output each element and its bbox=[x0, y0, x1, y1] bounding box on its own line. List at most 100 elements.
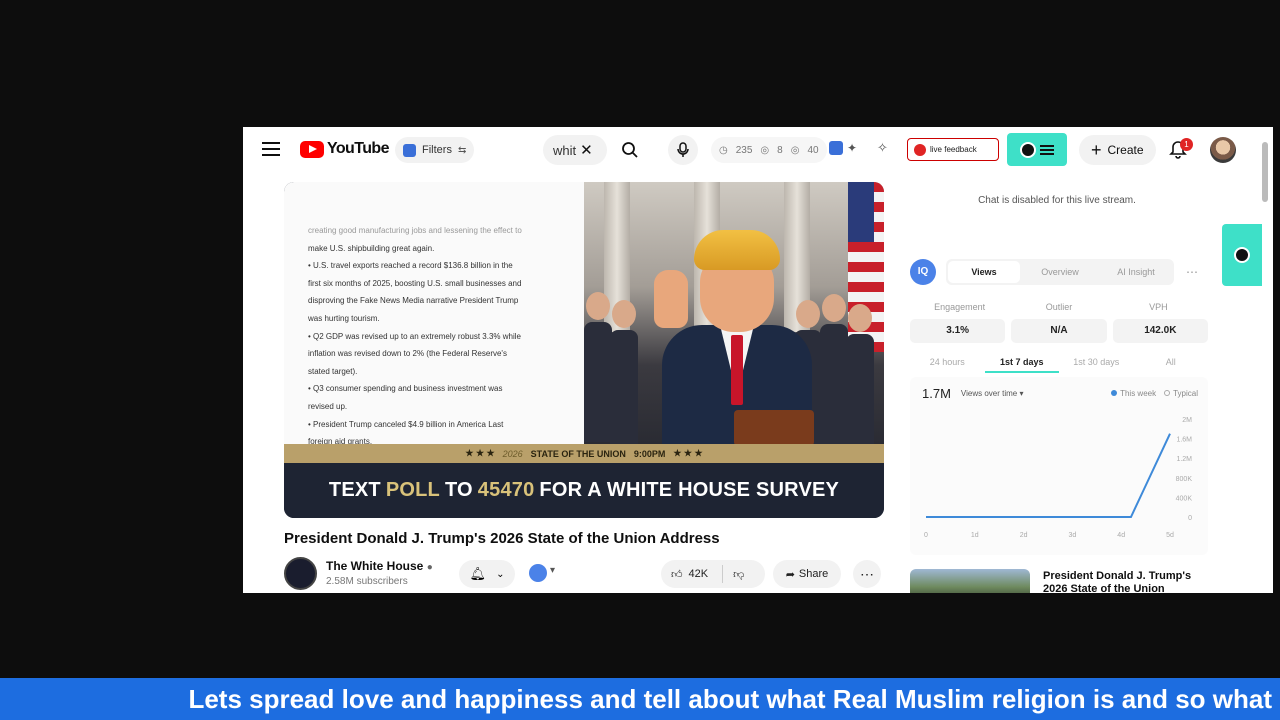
range-tab[interactable]: All bbox=[1134, 357, 1209, 373]
search-icon bbox=[622, 142, 638, 158]
bell-icon: 🔔︎ bbox=[469, 566, 487, 581]
stars-right: ★ ★ ★ bbox=[673, 448, 703, 458]
filter-extension-icon bbox=[403, 143, 416, 157]
metric-value: N/A bbox=[1011, 319, 1107, 343]
like-icon[interactable]: 👍︎ bbox=[671, 568, 683, 581]
live-feedback-button[interactable]: live feedback bbox=[907, 138, 999, 161]
channel-name[interactable]: The White House ● bbox=[326, 559, 433, 573]
crowd-figure bbox=[584, 292, 612, 442]
doc-line: stated target). bbox=[308, 366, 358, 376]
metric-values: 3.1% N/A 142.0K bbox=[910, 319, 1208, 343]
extension-side-tab[interactable] bbox=[1222, 224, 1262, 286]
stat-value: 8 bbox=[777, 144, 783, 156]
video-document-overlay: creating good manufacturing jobs and les… bbox=[284, 182, 584, 446]
next-video-thumbnail[interactable] bbox=[910, 569, 1030, 593]
range-tab[interactable]: 1st 30 days bbox=[1059, 357, 1134, 373]
banner-text: TO bbox=[444, 479, 473, 501]
share-label: Share bbox=[798, 568, 829, 580]
x-tick-label: 4d bbox=[1117, 532, 1125, 539]
x-tick-label: 5d bbox=[1166, 532, 1174, 539]
doc-line: was hurting tourism. bbox=[308, 313, 380, 323]
stat-value: 40 bbox=[807, 144, 819, 156]
subscription-notification-button[interactable]: 🔔︎ ⌄ bbox=[459, 560, 515, 588]
next-video-title[interactable]: President Donald J. Trump's 2026 State o… bbox=[1043, 570, 1203, 593]
youtube-play-icon bbox=[300, 140, 324, 158]
stage: YouTube Filters ⇆ whit ✕ ◷ 235 ◎ 8 ◎ 40 … bbox=[0, 0, 1280, 720]
search-input[interactable]: whit ✕ bbox=[543, 135, 607, 165]
banner-highlight: POLL bbox=[385, 479, 440, 501]
divider bbox=[722, 565, 724, 583]
metric-labels: Engagement Outlier VPH bbox=[910, 302, 1208, 312]
list-icon bbox=[1040, 143, 1054, 157]
more-icon[interactable]: ⋯ bbox=[1186, 265, 1198, 279]
doc-line: revised up. bbox=[308, 401, 348, 411]
x-tick-label: 1d bbox=[971, 532, 979, 539]
y-tick-label: 0 bbox=[1188, 515, 1192, 522]
search-button[interactable] bbox=[613, 135, 647, 165]
clear-search-icon[interactable]: ✕ bbox=[580, 141, 593, 159]
extension-button[interactable] bbox=[529, 564, 547, 582]
range-tab[interactable]: 24 hours bbox=[910, 357, 985, 373]
doc-line: creating good manufacturing jobs and les… bbox=[308, 226, 522, 235]
record-icon bbox=[914, 143, 926, 156]
microphone-icon bbox=[677, 142, 689, 157]
tab-ai-insight[interactable]: AI Insight bbox=[1100, 261, 1172, 283]
video-frame-image bbox=[584, 182, 884, 444]
banner-text: TEXT bbox=[328, 479, 381, 501]
youtube-logo[interactable]: YouTube bbox=[300, 140, 389, 158]
search-value: whit bbox=[553, 142, 577, 158]
book bbox=[734, 410, 814, 444]
video-player[interactable]: creating good manufacturing jobs and les… bbox=[284, 182, 884, 518]
x-tick-label: 3d bbox=[1069, 532, 1077, 539]
y-tick-label: 2M bbox=[1182, 417, 1192, 424]
voice-search-button[interactable] bbox=[668, 135, 698, 165]
sparkle-icon[interactable]: ✦ bbox=[847, 141, 861, 155]
account-avatar[interactable] bbox=[1210, 137, 1236, 163]
notification-badge: 1 bbox=[1180, 138, 1193, 151]
range-tab[interactable]: 1st 7 days bbox=[984, 357, 1059, 373]
swap-icon: ⇆ bbox=[457, 144, 467, 156]
stat-icon: ◎ bbox=[760, 144, 770, 156]
survey-banner: TEXT POLL TO 45470 FOR A WHITE HOUSE SUR… bbox=[284, 463, 884, 518]
chat-disabled-message: Chat is disabled for this live stream. bbox=[978, 195, 1136, 206]
y-tick-label: 400K bbox=[1176, 495, 1193, 502]
extension-stats[interactable]: ◷ 235 ◎ 8 ◎ 40 bbox=[711, 137, 827, 163]
more-actions-button[interactable]: ⋯ bbox=[853, 560, 881, 588]
ticker-text: Lets spread love and happiness and tell … bbox=[188, 684, 1272, 714]
tab-views[interactable]: Views bbox=[948, 261, 1020, 283]
scrollbar[interactable] bbox=[1262, 142, 1268, 202]
extension-logo-icon: IQ bbox=[910, 259, 936, 285]
metric-label: Engagement bbox=[934, 302, 986, 312]
plus-icon: + bbox=[1091, 139, 1102, 160]
filters-button[interactable]: Filters ⇆ bbox=[395, 137, 475, 163]
x-tick-label: 0 bbox=[924, 532, 928, 539]
analytics-tabs: IQ Views Overview AI Insight ⋯ bbox=[910, 258, 1210, 286]
pin-icon[interactable]: ✧ bbox=[877, 141, 891, 155]
views-chart: 1.7M Views over time ▾ This week Typical… bbox=[910, 377, 1208, 555]
extension-panel-toggle[interactable] bbox=[1007, 133, 1067, 166]
doc-line: • Q2 GDP was revised up to an extremely … bbox=[308, 331, 521, 341]
share-button[interactable]: ➦ Share bbox=[773, 560, 841, 588]
doc-line: • Q3 consumer spending and business inve… bbox=[308, 384, 503, 394]
feedback-label: live feedback bbox=[930, 145, 977, 154]
chevron-down-icon[interactable]: ▾ bbox=[550, 565, 555, 576]
metric-label: Outlier bbox=[1045, 302, 1073, 312]
y-tick-label: 1.2M bbox=[1176, 456, 1192, 463]
channel-avatar[interactable] bbox=[284, 557, 317, 590]
circle-logo-icon bbox=[1020, 141, 1036, 158]
banner-highlight: 45470 bbox=[477, 479, 535, 501]
news-ticker: Lets spread love and happiness and tell … bbox=[0, 678, 1280, 720]
doc-line: • U.S. travel exports reached a record $… bbox=[308, 261, 513, 271]
extension-icon[interactable] bbox=[829, 141, 843, 155]
chart-svg: 0 400K 800K 1.2M 1.6M 2M 0 1d 2d 3d 4d 5d bbox=[924, 417, 1193, 539]
create-button[interactable]: + Create bbox=[1079, 135, 1156, 165]
tab-overview[interactable]: Overview bbox=[1024, 261, 1096, 283]
logo-text: YouTube bbox=[327, 140, 389, 157]
clock-icon: ◷ bbox=[719, 144, 728, 156]
metric-label: VPH bbox=[1149, 302, 1168, 312]
verified-icon: ● bbox=[426, 562, 433, 573]
menu-icon[interactable] bbox=[262, 142, 280, 156]
dislike-icon[interactable]: 👎︎ bbox=[733, 568, 744, 581]
doc-line: first six months of 2025, boosting U.S. … bbox=[308, 278, 522, 288]
doc-line: disproving the Fake News Media narrative… bbox=[308, 296, 519, 306]
